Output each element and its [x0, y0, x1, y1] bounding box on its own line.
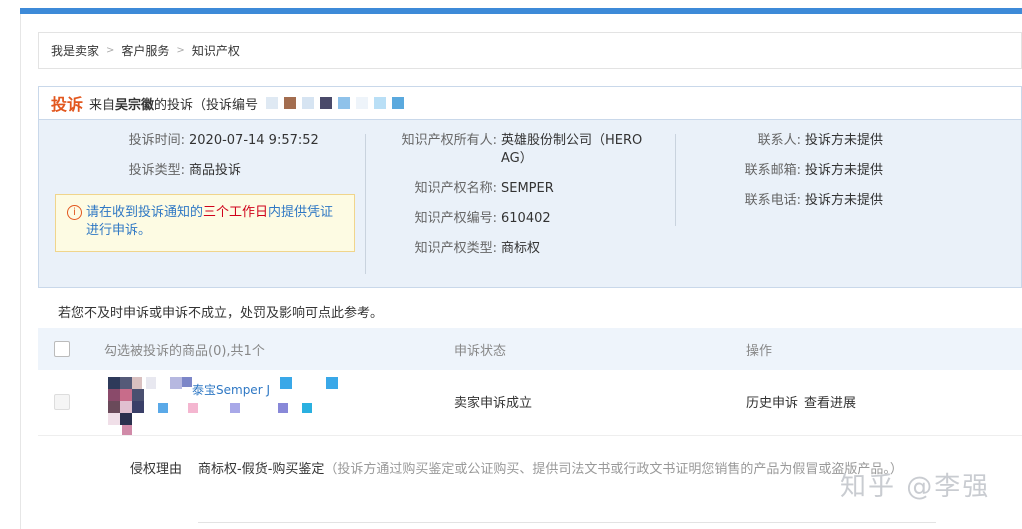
complaint-panel: 投诉 来自 吴宗徽 的投诉（投诉编号 投诉时间: 2020-07-14 9:57:… [38, 86, 1022, 288]
contact-label: 联系人: [757, 133, 801, 148]
reason-text: 商标权-假货-购买鉴定（投诉方通过购买鉴定或公证购买、提供司法文书或行政文书证明… [198, 458, 928, 482]
chevron-right-icon: > [176, 45, 185, 56]
column-header-actions: 操作 [746, 343, 773, 359]
notice-highlight: 三个工作日 [203, 205, 269, 220]
column-header-products: 勾选被投诉的商品(0),共1个 [104, 343, 265, 359]
reason-description: （投诉方通过购买鉴定或公证购买、提供司法文书或行政文书证明您销售的产品为假冒或盗… [324, 462, 903, 477]
table-header: 勾选被投诉的商品(0),共1个 申诉状态 操作 [38, 328, 1022, 370]
details-column-3: 联系人: 投诉方未提供 联系邮箱: 投诉方未提供 联系电话: 投诉方未提供 [679, 120, 1019, 210]
contact-value: 投诉方未提供 [805, 133, 884, 148]
ip-number-label: 知识产权编号: [414, 211, 497, 226]
email-value: 投诉方未提供 [805, 163, 884, 178]
redacted-mosaic [266, 97, 405, 109]
ip-name-value: SEMPER [501, 181, 554, 196]
product-title-link[interactable]: 泰宝Semper J [192, 381, 270, 398]
reason-label: 侵权理由 [130, 462, 183, 477]
divider [365, 134, 366, 274]
type-value: 商品投诉 [189, 163, 242, 178]
breadcrumb-item-seller[interactable]: 我是卖家 [51, 42, 99, 59]
time-value: 2020-07-14 9:57:52 [189, 133, 319, 148]
ip-type-label: 知识产权类型: [414, 241, 497, 256]
owner-label: 知识产权所有人: [401, 133, 497, 148]
breadcrumb: 我是卖家 > 客户服务 > 知识产权 [38, 32, 1022, 69]
deadline-notice: i 请在收到投诉通知的三个工作日内提供凭证进行申诉。 [55, 194, 355, 252]
complaint-number-label: 的投诉（投诉编号 [154, 97, 259, 113]
view-progress-link[interactable]: 查看进展 [804, 392, 856, 411]
bottom-divider [198, 522, 936, 523]
complaint-tag: 投诉 [51, 95, 84, 114]
redacted-product-mosaic: 泰宝Semper J [70, 377, 338, 437]
watermark: 知乎 @李强 [840, 472, 991, 502]
info-icon: i [67, 205, 82, 220]
breadcrumb-item-ip[interactable]: 知识产权 [192, 42, 240, 59]
history-appeal-link[interactable]: 历史申诉 [746, 392, 798, 411]
phone-value: 投诉方未提供 [805, 193, 884, 208]
from-prefix: 来自 [89, 97, 116, 113]
details-column-2: 知识产权所有人: 英雄股份制公司（HERO AG） 知识产权名称: SEMPER 知… [369, 120, 679, 258]
email-label: 联系邮箱: [744, 163, 801, 178]
details-column-1: 投诉时间: 2020-07-14 9:57:52 投诉类型: 商品投诉 i 请在收到… [39, 120, 369, 252]
time-label: 投诉时间: [128, 133, 185, 148]
breadcrumb-item-service[interactable]: 客户服务 [121, 42, 169, 59]
divider [675, 134, 676, 226]
complaint-details: 投诉时间: 2020-07-14 9:57:52 投诉类型: 商品投诉 i 请在收到… [39, 120, 1021, 287]
phone-label: 联系电话: [744, 193, 801, 208]
owner-value: 英雄股份制公司（HERO AG） [501, 133, 643, 166]
ip-type-value: 商标权 [501, 241, 541, 256]
notice-text-before: 请在收到投诉通知的 [86, 205, 204, 220]
complainant-name: 吴宗徽 [115, 97, 155, 113]
type-label: 投诉类型: [128, 163, 185, 178]
column-header-status: 申诉状态 [454, 343, 507, 359]
select-all-checkbox[interactable] [54, 341, 70, 357]
reason-value: 商标权-假货-购买鉴定 [198, 462, 325, 477]
chevron-right-icon: > [106, 45, 115, 56]
ip-name-label: 知识产权名称: [414, 181, 497, 196]
complaint-header: 投诉 来自 吴宗徽 的投诉（投诉编号 [39, 87, 1021, 120]
row-checkbox[interactable] [54, 394, 70, 410]
appeal-status: 卖家申诉成立 [454, 396, 533, 411]
penalty-hint[interactable]: 若您不及时申诉或申诉不成立，处罚及影响可点此参考。 [58, 302, 383, 321]
ip-number-value: 610402 [501, 211, 551, 226]
